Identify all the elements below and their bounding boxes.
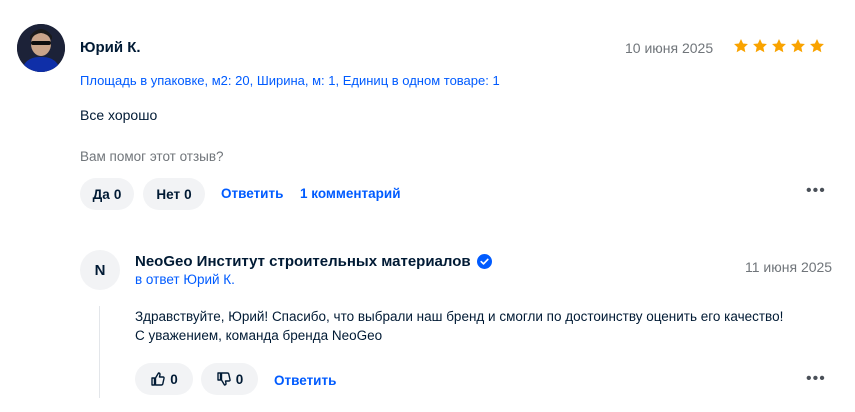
reply-more-options-icon[interactable]: ••• [806, 370, 826, 388]
review-date: 10 июня 2025 [625, 40, 714, 56]
like-count: 0 [170, 371, 178, 387]
product-params: Площадь в упаковке, м2: 20, Ширина, м: 1… [80, 73, 500, 88]
star-icon [753, 39, 767, 53]
reply-answer-button[interactable]: Ответить [274, 373, 336, 388]
reply-text: Здравствуйте, Юрий! Спасибо, что выбрали… [135, 309, 784, 343]
thumbs-up-icon [151, 372, 165, 386]
star-icon [791, 39, 805, 53]
star-icon [772, 39, 786, 53]
review-author-name: Юрий К. [80, 39, 141, 56]
verified-badge-icon [476, 254, 492, 269]
star-icon [734, 39, 748, 53]
helpful-yes-button[interactable]: Да 0 [80, 178, 134, 210]
brand-avatar: N [80, 250, 120, 290]
like-button[interactable]: 0 [135, 363, 193, 395]
in-reply-to-link[interactable]: в ответ Юрий К. [135, 272, 235, 287]
review-text: Все хорошо [80, 107, 158, 123]
brand-name-text: NeoGeo Институт строительных материалов [135, 253, 471, 270]
reply-button[interactable]: Ответить [221, 186, 283, 201]
yes-count: 0 [113, 186, 122, 202]
brand-avatar-letter: N [94, 261, 106, 279]
reply-date: 11 июня 2025 [745, 259, 833, 275]
dislike-count: 0 [235, 371, 244, 387]
no-label: Нет [156, 186, 181, 202]
more-options-icon[interactable]: ••• [806, 182, 826, 200]
thumbs-down-icon [217, 372, 231, 386]
helpful-no-button[interactable]: Нет 0 [143, 178, 205, 210]
rating-stars [733, 38, 825, 54]
thread-divider [99, 306, 100, 398]
yes-label: Да [92, 186, 110, 202]
dislike-button[interactable]: 0 [201, 363, 258, 395]
user-avatar [17, 24, 65, 72]
no-count: 0 [184, 186, 192, 202]
comments-link[interactable]: 1 комментарий [300, 186, 401, 201]
star-icon [810, 39, 824, 53]
helpful-question: Вам помог этот отзыв? [80, 149, 224, 164]
brand-name: NeoGeo Институт строительных материалов [135, 253, 492, 270]
